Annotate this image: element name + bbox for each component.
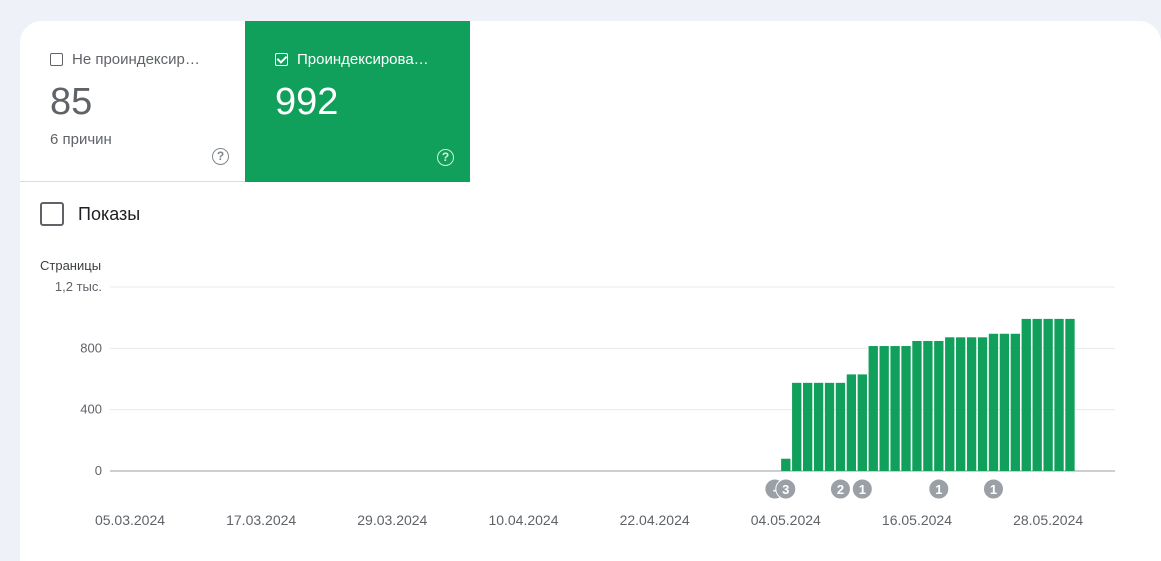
y-tick-label: 800 bbox=[80, 340, 102, 355]
indexed-pages-chart: Страницы 04008001,2 тыс. -32111 05.03.20… bbox=[40, 258, 1115, 528]
y-axis-title: Страницы bbox=[40, 258, 101, 273]
bar bbox=[901, 346, 911, 471]
bar bbox=[923, 340, 933, 471]
bar bbox=[912, 340, 922, 471]
x-tick-label: 05.03.2024 bbox=[95, 512, 165, 528]
annotation-marker-label: 1 bbox=[859, 482, 866, 497]
x-tick-label: 10.04.2024 bbox=[488, 512, 558, 528]
bar bbox=[857, 374, 867, 471]
bar bbox=[1065, 318, 1075, 471]
bar bbox=[879, 346, 889, 471]
bar bbox=[868, 346, 878, 471]
bar bbox=[890, 346, 900, 471]
bar bbox=[1010, 333, 1020, 471]
annotation-marker-label: 1 bbox=[935, 482, 942, 497]
bar bbox=[1032, 318, 1042, 471]
bar bbox=[966, 337, 977, 471]
bar bbox=[802, 382, 813, 471]
bar bbox=[999, 333, 1010, 471]
x-tick-label: 22.04.2024 bbox=[620, 512, 690, 528]
bars bbox=[781, 318, 1075, 471]
bar bbox=[824, 382, 835, 471]
annotation-marker-label: 1 bbox=[990, 482, 997, 497]
y-tick-label: 0 bbox=[95, 463, 102, 478]
bar bbox=[934, 340, 944, 471]
bar bbox=[846, 374, 857, 471]
x-tick-label: 17.03.2024 bbox=[226, 512, 296, 528]
annotation-marker-label: 2 bbox=[837, 482, 844, 497]
grid: 0 400 800 1,2 тыс. bbox=[55, 279, 1115, 478]
y-tick-label: 1,2 тыс. bbox=[55, 279, 102, 294]
bar bbox=[945, 337, 955, 471]
bar bbox=[835, 382, 846, 471]
x-tick-label: 29.03.2024 bbox=[357, 512, 427, 528]
x-axis-labels: 05.03.2024 17.03.2024 29.03.2024 10.04.2024… bbox=[95, 512, 1083, 528]
bar bbox=[1043, 318, 1053, 471]
annotation-markers: -32111 bbox=[764, 478, 1004, 500]
bar bbox=[956, 337, 966, 471]
x-tick-label: 04.05.2024 bbox=[751, 512, 821, 528]
bar bbox=[813, 382, 824, 471]
bar bbox=[781, 458, 791, 471]
bar bbox=[1054, 318, 1064, 471]
bar bbox=[977, 337, 988, 471]
bar bbox=[1021, 318, 1031, 471]
bar bbox=[792, 382, 802, 471]
bar bbox=[988, 333, 999, 471]
x-tick-label: 16.05.2024 bbox=[882, 512, 952, 528]
annotation-marker-label: 3 bbox=[782, 482, 789, 497]
y-tick-label: 400 bbox=[80, 402, 102, 417]
x-tick-label: 28.05.2024 bbox=[1013, 512, 1083, 528]
